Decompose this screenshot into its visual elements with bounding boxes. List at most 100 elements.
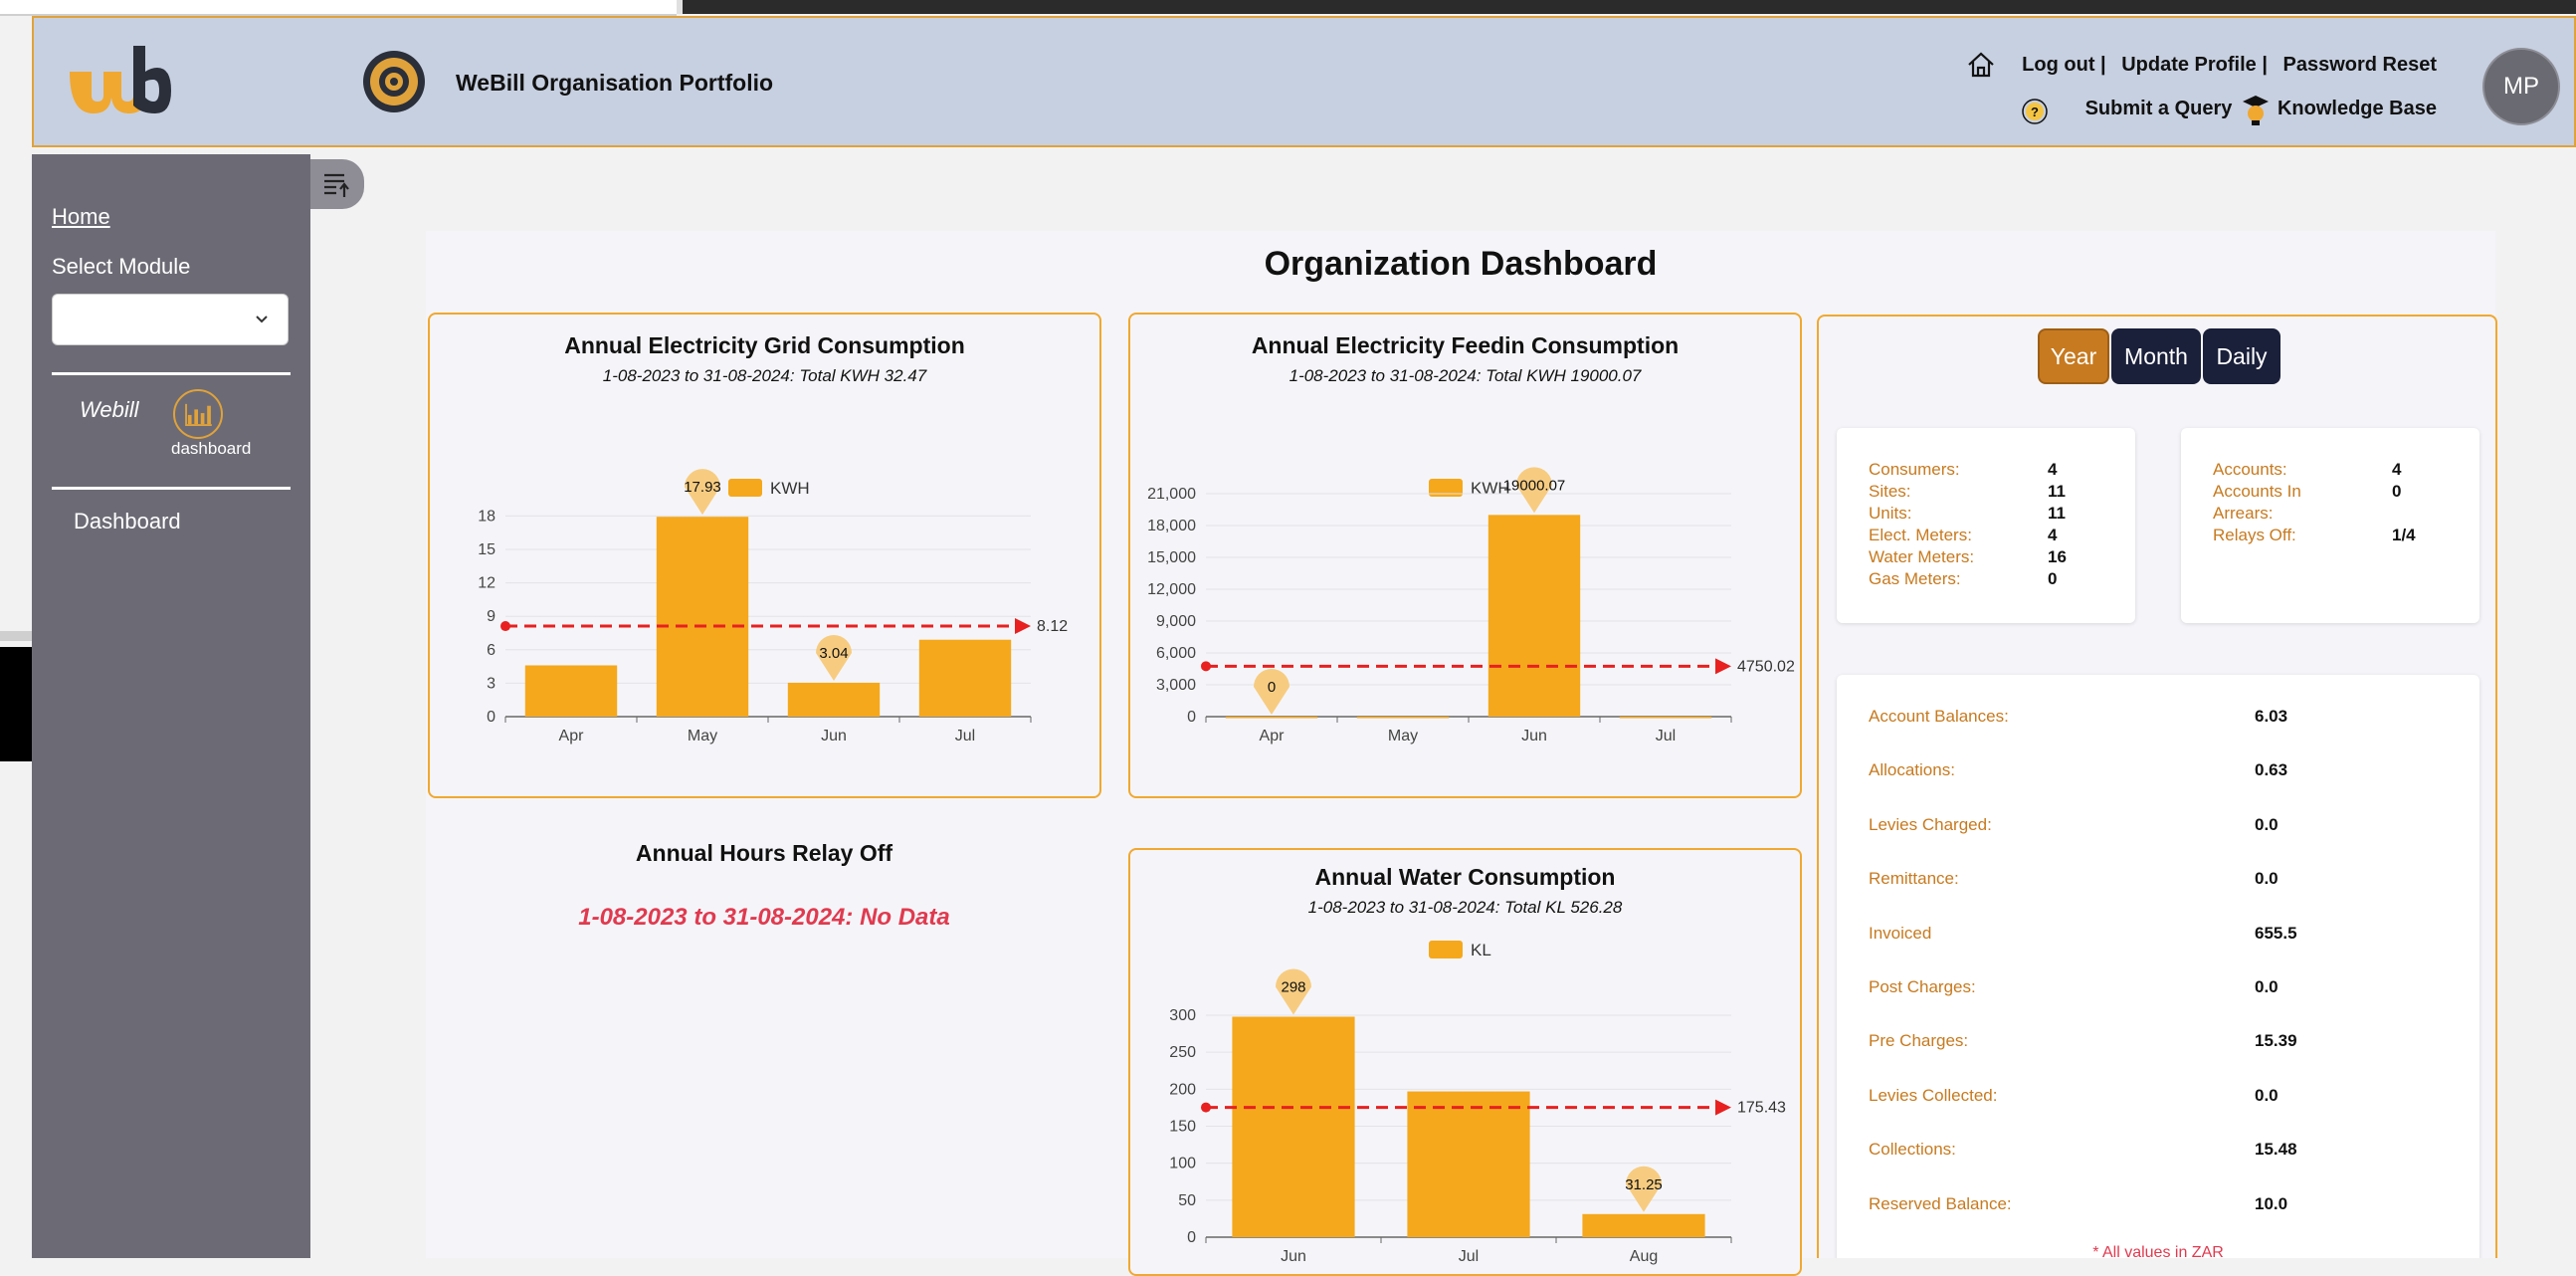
x-tick-label: May — [1388, 728, 1418, 744]
y-tick-label: 3,000 — [1156, 677, 1196, 694]
data-label-pin: 19000.07 — [1503, 467, 1566, 514]
legend-swatch — [728, 479, 762, 497]
water-consumption-chart: KL 0 50 100 150 200 250 300 Jun Jul Aug 175.43 298 31… — [1169, 941, 1786, 1265]
chart-subtitle: 1-08-2023 to 31-08-2024: Total KWH 19000… — [1288, 366, 1642, 385]
y-tick-label: 3 — [487, 675, 495, 692]
bar — [1619, 717, 1712, 719]
background-window-fragment — [683, 0, 2576, 14]
y-tick-label: 100 — [1169, 1156, 1196, 1172]
webill-logo[interactable] — [64, 38, 171, 127]
data-label-pin: 298 — [1276, 968, 1311, 1015]
select-module-label: Select Module — [52, 254, 191, 279]
y-tick-label: 15,000 — [1147, 549, 1196, 566]
x-tick-label: Jun — [821, 728, 847, 744]
module-select[interactable] — [52, 294, 289, 345]
x-tick-label: Jun — [1521, 728, 1547, 744]
balance-label: Account Balances: — [1869, 707, 2009, 726]
legend-label: KL — [1471, 941, 1491, 959]
stat-label: Elect. Meters: — [1869, 526, 1972, 544]
chart-title: Annual Electricity Feedin Consumption — [1251, 332, 1680, 358]
data-label: 3.04 — [819, 645, 848, 662]
stat-label: Accounts: — [2213, 460, 2287, 479]
balance-value: 10.0 — [2255, 1193, 2288, 1213]
sidebar-toggle-button[interactable] — [310, 159, 364, 209]
y-tick-label: 0 — [1187, 1229, 1196, 1246]
data-label: 19000.07 — [1503, 477, 1566, 494]
average-arrow — [1715, 1099, 1731, 1116]
sidebar-home-link[interactable]: Home — [52, 204, 110, 230]
stat-value: 0 — [2392, 482, 2402, 501]
data-label-pin: 31.25 — [1625, 1166, 1663, 1212]
legend-swatch — [1429, 941, 1463, 958]
background-window-fragment — [0, 631, 32, 641]
bar — [656, 517, 749, 717]
x-tick-label: Jul — [1459, 1248, 1479, 1265]
grid-consumption-chart: KWH 0 3 6 9 12 15 18 Apr May Jun Jul 8.12 17.93 3.04 — [478, 469, 1068, 744]
org-title: WeBill Organisation Portfolio — [456, 70, 774, 96]
update-profile-link[interactable]: Update Profile | — [2121, 54, 2268, 76]
dashboard-chart-icon[interactable] — [173, 389, 223, 439]
y-tick-label: 12 — [478, 575, 495, 592]
bar — [787, 682, 881, 717]
data-label-pin: 3.04 — [816, 634, 852, 681]
average-label: 175.43 — [1737, 1100, 1786, 1117]
y-tick-label: 50 — [1178, 1192, 1196, 1209]
y-tick-label: 12,000 — [1147, 581, 1196, 598]
avatar[interactable]: MP — [2482, 48, 2560, 125]
balance-label: Collections: — [1869, 1140, 1956, 1160]
summary-card: Year Month Daily Consumers: 4 Sites: 11 … — [1817, 315, 2497, 1258]
stat-value: 4 — [2048, 460, 2058, 479]
background-window-fragment — [0, 0, 677, 16]
submit-query-link[interactable]: Submit a Query — [2085, 98, 2233, 119]
y-tick-label: 200 — [1169, 1081, 1196, 1098]
stat-value: 0 — [2048, 569, 2058, 588]
y-tick-label: 18,000 — [1147, 518, 1196, 534]
period-month-button[interactable]: Month — [2111, 328, 2201, 384]
knowledge-base-link[interactable]: Knowledge Base — [2278, 98, 2437, 119]
stat-value: 1/4 — [2392, 526, 2416, 544]
chart-subtitle: 1-08-2023 to 31-08-2024: Total KWH 32.47 — [602, 366, 927, 385]
balance-label: Remittance: — [1869, 869, 1959, 889]
y-tick-label: 300 — [1169, 1007, 1196, 1024]
page-title: Organization Dashboard — [1264, 245, 1658, 283]
stat-label: Accounts In — [2213, 482, 2301, 501]
y-tick-label: 250 — [1169, 1044, 1196, 1061]
y-tick-label: 21,000 — [1147, 486, 1196, 503]
balance-label: Levies Charged: — [1869, 814, 1992, 834]
chevron-down-icon — [256, 316, 268, 323]
password-reset-link[interactable]: Password Reset — [2282, 54, 2437, 76]
sidebar-module-name[interactable]: Webill — [80, 397, 139, 423]
x-tick-label: Aug — [1630, 1248, 1658, 1265]
svg-text:?: ? — [2031, 105, 2039, 119]
stat-value: 4 — [2392, 460, 2402, 479]
home-icon[interactable] — [1966, 50, 1996, 80]
sidebar-item-dashboard[interactable]: Dashboard — [74, 509, 181, 534]
stat-label: Water Meters: — [1869, 547, 1975, 566]
stat-label: Gas Meters: — [1869, 569, 1961, 588]
y-tick-label: 9,000 — [1156, 613, 1196, 630]
y-tick-label: 150 — [1169, 1119, 1196, 1136]
sidebar: Home Select Module Webill dashboard Dash… — [32, 154, 310, 1258]
logout-link[interactable]: Log out | — [2022, 54, 2105, 76]
balance-value: 655.5 — [2255, 923, 2297, 943]
period-year-button[interactable]: Year — [2038, 328, 2109, 384]
data-label-pin: 0 — [1254, 669, 1289, 715]
balance-value: 0.0 — [2255, 869, 2279, 889]
balance-label: Allocations: — [1869, 760, 1955, 780]
currency-note: * All values in ZAR — [2092, 1244, 2224, 1258]
balance-label: Reserved Balance: — [1869, 1193, 2012, 1213]
balance-value: 15.48 — [2255, 1140, 2297, 1160]
balance-value: 15.39 — [2255, 1031, 2297, 1051]
relay-off-title: Annual Hours Relay Off — [635, 840, 893, 866]
y-tick-label: 0 — [1187, 709, 1196, 726]
y-tick-label: 18 — [478, 508, 495, 525]
period-daily-button[interactable]: Daily — [2203, 328, 2280, 384]
data-label-pin: 17.93 — [684, 469, 721, 516]
balance-value: 6.03 — [2255, 707, 2288, 726]
question-icon[interactable]: ? — [2020, 98, 2050, 127]
water-consumption-card: Annual Water Consumption 1-08-2023 to 31… — [1128, 848, 1802, 1276]
top-header: WeBill Organisation Portfolio Log out | … — [32, 16, 2576, 147]
balance-label: Pre Charges: — [1869, 1031, 1969, 1051]
stat-value: 11 — [2048, 504, 2066, 523]
grid-consumption-card: Annual Electricity Grid Consumption 1-08… — [428, 313, 1101, 798]
